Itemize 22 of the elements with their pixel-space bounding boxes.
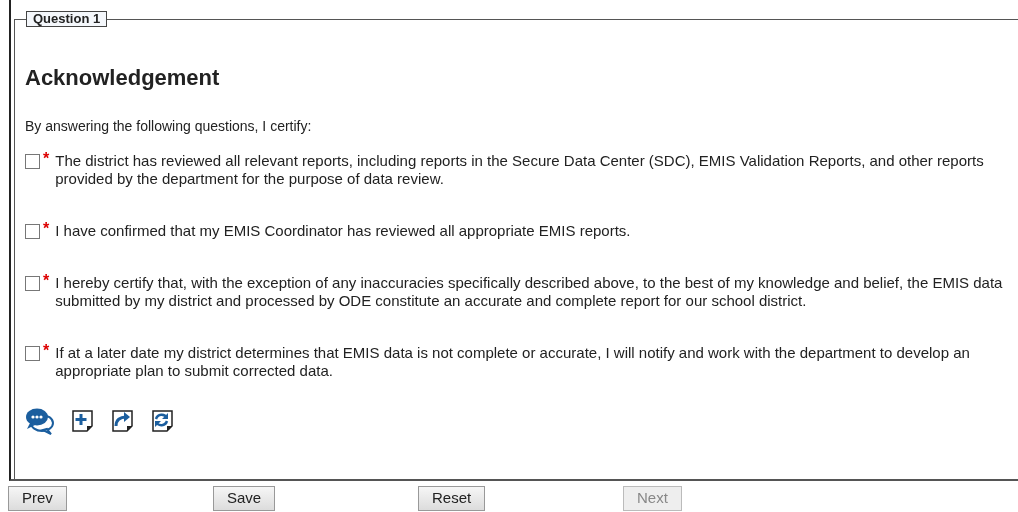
checkbox[interactable] — [25, 154, 40, 169]
required-marker: * — [43, 274, 50, 288]
question-legend: Question 1 — [26, 11, 108, 27]
nav-button[interactable]: Prev — [8, 486, 67, 511]
share-page-icon[interactable] — [111, 409, 135, 433]
checkbox[interactable] — [25, 276, 40, 291]
intro-text: By answering the following questions, I certify: — [25, 118, 313, 134]
checkbox[interactable] — [25, 346, 40, 361]
add-page-icon[interactable] — [71, 409, 95, 433]
statement-text: If at a later date my district determines that EMIS data is not complete or accurate, I will notify and work with the department to develop an appropriate plan to submit corrected data. — [55, 344, 971, 380]
refresh-page-icon[interactable] — [151, 409, 175, 433]
comment-icon[interactable] — [25, 406, 55, 436]
statement-text: The district has reviewed all relevant reports, including reports in the Secure Data Center (SDC), EMIS Validation Reports, and other reports provided by the department for the purpose of data review. — [55, 152, 985, 188]
required-marker: * — [43, 344, 50, 358]
statement-text: I hereby certify that, with the exception of any inaccuracies specifically described above, to the best of my knowledge and belief, the EMIS data submitted by my district and processed by ODE constitute an accurate and complete report for our school district. — [55, 274, 1004, 310]
required-marker: * — [43, 152, 50, 166]
statement-text: I have confirmed that my EMIS Coordinator has reviewed all appropriate EMIS reports. — [55, 222, 632, 240]
required-marker: * — [43, 222, 50, 236]
question-title: Acknowledgement — [25, 65, 221, 91]
checkbox[interactable] — [25, 224, 40, 239]
nav-button[interactable]: Reset — [418, 486, 486, 511]
nav-button[interactable]: Save — [213, 486, 276, 511]
